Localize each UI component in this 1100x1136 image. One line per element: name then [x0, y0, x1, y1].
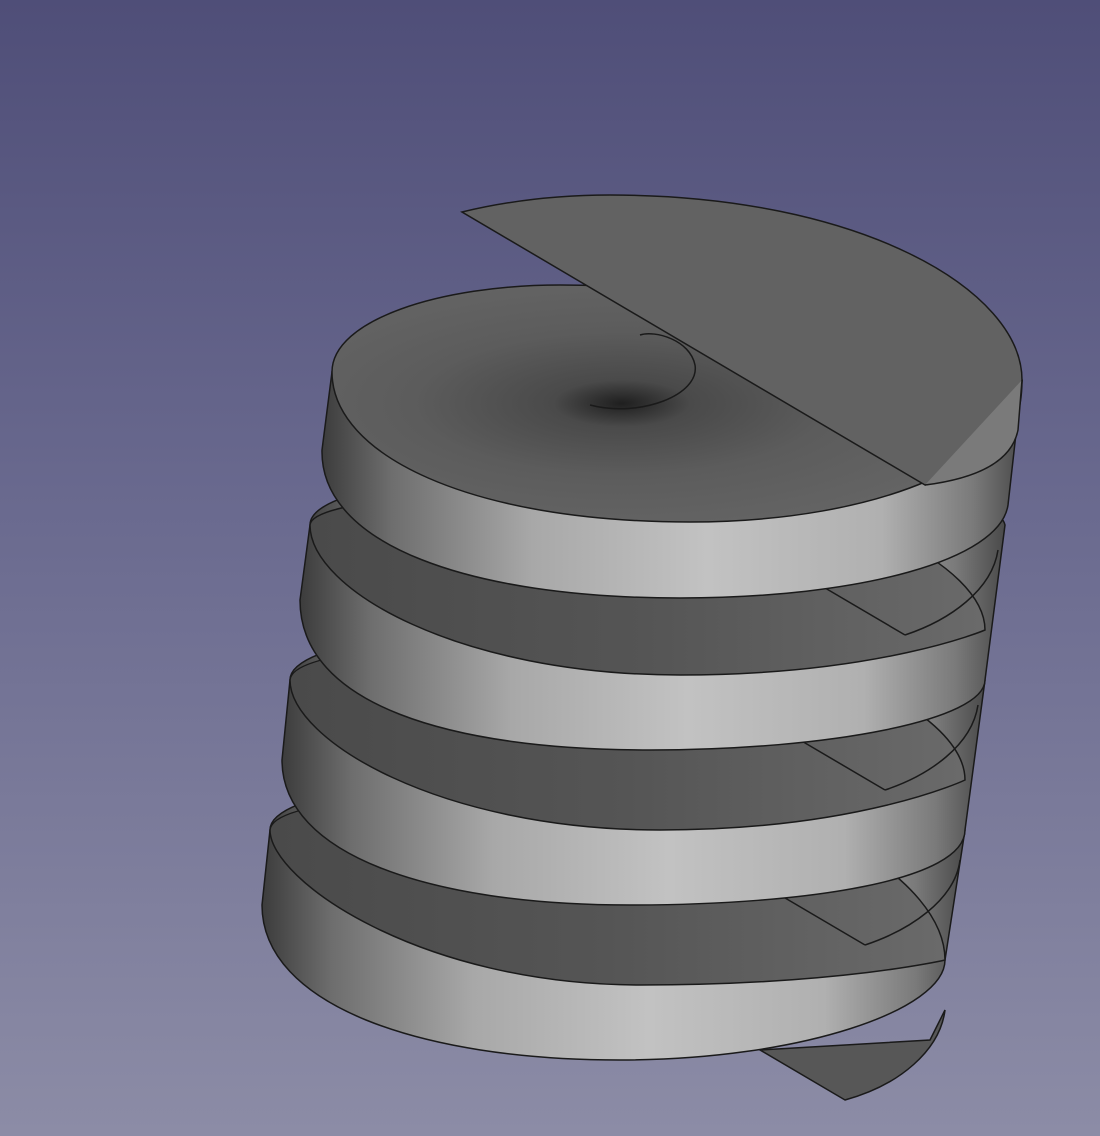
3d-viewport[interactable]	[0, 0, 1100, 1136]
helix-model[interactable]	[0, 0, 1100, 1136]
